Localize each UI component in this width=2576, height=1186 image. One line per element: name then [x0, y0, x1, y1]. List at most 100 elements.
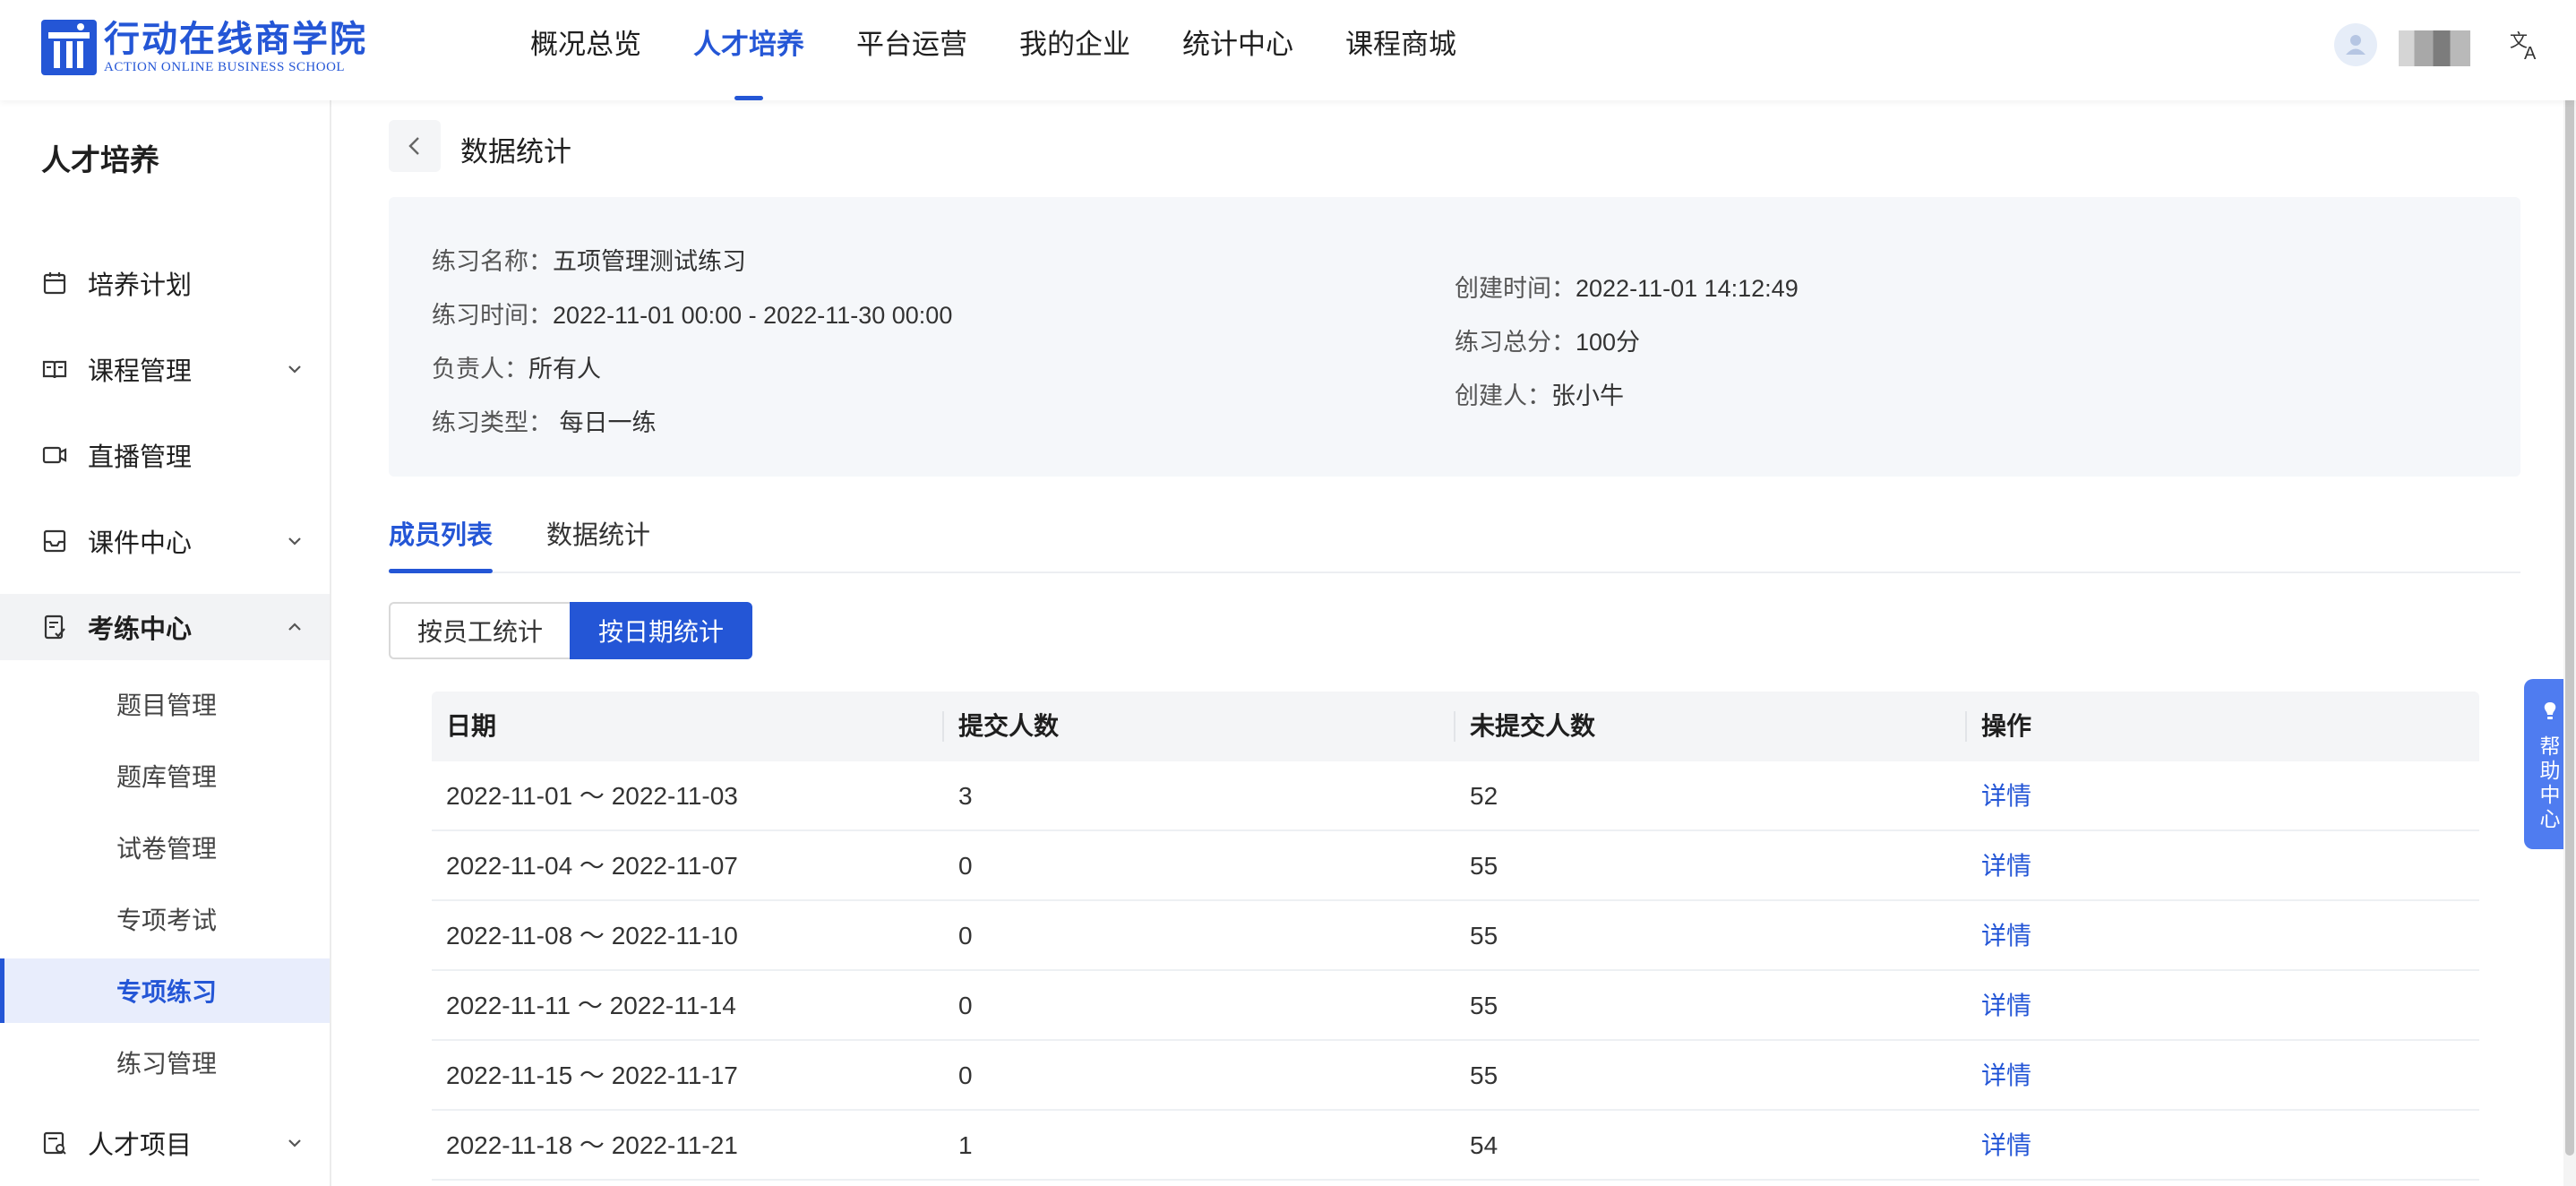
chevron-left-icon [408, 137, 419, 155]
chevron-down-icon [288, 1139, 301, 1147]
sidebar-item-training-plan[interactable]: 培养计划 [0, 250, 330, 316]
details-link[interactable]: 详情 [1981, 901, 2031, 969]
logo-mark-icon [41, 20, 97, 75]
sidebar-subitem-special-practice[interactable]: 专项练习 [0, 958, 330, 1023]
info-value: 2022-11-01 00:00 - 2022-11-30 00:00 [553, 302, 953, 329]
info-label: 练习名称： [432, 248, 553, 275]
sidebar-subitem-label: 题目管理 [116, 692, 218, 719]
main-nav: 概况总览 人才培养 平台运营 我的企业 统计中心 课程商城 [530, 0, 1508, 100]
cell-unsubmitted: 54 [1470, 1131, 1498, 1159]
calendar-icon [43, 272, 66, 295]
table-header: 日期 提交人数 未提交人数 操作 [432, 692, 2479, 761]
column-divider [942, 711, 944, 742]
back-button[interactable] [389, 120, 441, 172]
video-icon [42, 446, 67, 464]
brand-name-en: ACTION ONLINE BUSINESS SCHOOL [104, 60, 346, 74]
sidebar-item-label: 培养计划 [88, 271, 193, 300]
info-creator: 创建人：张小牛 [1455, 376, 1624, 411]
brand-name-cn: 行动在线商学院 [104, 20, 367, 59]
nav-item-enterprise[interactable]: 我的企业 [1019, 0, 1130, 100]
practice-info-panel: 练习名称：五项管理测试练习 练习时间：2022-11-01 00:00 - 20… [389, 197, 2520, 477]
sidebar-item-exam-center[interactable]: 考练中心 [0, 594, 330, 660]
exam-icon [44, 614, 65, 640]
sidebar-item-courseware-center[interactable]: 课件中心 [0, 508, 330, 574]
sidebar-subitem-label: 练习管理 [116, 1050, 218, 1078]
info-practice-time: 练习时间：2022-11-01 00:00 - 2022-11-30 00:00 [432, 296, 952, 331]
sidebar-item-live-management[interactable]: 直播管理 [0, 422, 330, 488]
sidebar-item-label: 课件中心 [88, 529, 193, 558]
info-value: 张小牛 [1551, 382, 1624, 409]
cell-submitted: 3 [958, 782, 973, 810]
details-link[interactable]: 详情 [1981, 971, 2031, 1039]
cell-unsubmitted: 55 [1470, 1061, 1498, 1089]
top-navigation-bar: 行动在线商学院 ACTION ONLINE BUSINESS SCHOOL 概况… [0, 0, 2576, 100]
cell-unsubmitted: 55 [1470, 852, 1498, 880]
sidebar-subitem-special-exam[interactable]: 专项考试 [0, 887, 330, 951]
stats-table: 日期 提交人数 未提交人数 操作 2022-11-01 ～ 2022-11-03… [432, 692, 2479, 1181]
column-header-action: 操作 [1981, 712, 2032, 740]
column-header-unsubmitted: 未提交人数 [1470, 712, 1596, 740]
nav-item-talent[interactable]: 人才培养 [693, 0, 804, 100]
details-link[interactable]: 详情 [1981, 1041, 2031, 1109]
nav-item-statistics[interactable]: 统计中心 [1182, 0, 1293, 100]
username-blurred[interactable] [2399, 30, 2470, 66]
user-avatar[interactable] [2334, 23, 2377, 66]
chevron-down-icon [288, 365, 301, 374]
vertical-scrollbar-thumb[interactable] [2565, 72, 2574, 1156]
table-row: 2022-11-11 ～ 2022-11-14 0 55 详情 [432, 971, 2479, 1041]
cell-date: 2022-11-15 ～ 2022-11-17 [446, 1061, 738, 1089]
inbox-icon [43, 529, 66, 553]
info-created-time: 创建时间：2022-11-01 14:12:49 [1455, 269, 1799, 304]
cell-unsubmitted: 55 [1470, 922, 1498, 950]
details-link[interactable]: 详情 [1981, 831, 2031, 899]
cell-date: 2022-11-04 ～ 2022-11-07 [446, 852, 738, 880]
nav-item-overview[interactable]: 概况总览 [530, 0, 641, 100]
nav-item-operation[interactable]: 平台运营 [856, 0, 967, 100]
cell-submitted: 1 [958, 1131, 973, 1159]
info-practice-type: 练习类型： 每日一练 [432, 403, 657, 438]
sidebar-item-course-management[interactable]: 课程管理 [0, 336, 330, 402]
info-label: 练习时间： [432, 302, 553, 329]
sidebar-item-label: 人才项目 [88, 1131, 193, 1160]
cell-submitted: 0 [958, 852, 973, 880]
sidebar-subitem-question-management[interactable]: 题目管理 [0, 672, 330, 736]
tab-member-list[interactable]: 成员列表 [389, 514, 494, 573]
cell-unsubmitted: 52 [1470, 782, 1498, 810]
info-label: 创建时间： [1455, 275, 1576, 302]
table-row: 2022-11-04 ～ 2022-11-07 0 55 详情 [432, 831, 2479, 901]
info-value: 100分 [1576, 329, 1641, 356]
cell-submitted: 0 [958, 922, 973, 950]
sidebar-item-talent-project[interactable]: 人才项目 [0, 1110, 330, 1176]
info-label: 负责人： [432, 356, 528, 382]
sidebar-subitem-paper-management[interactable]: 试卷管理 [0, 815, 330, 880]
cell-date: 2022-11-01 ～ 2022-11-03 [446, 782, 738, 810]
details-link[interactable]: 详情 [1981, 761, 2031, 829]
sidebar-subitem-question-bank[interactable]: 题库管理 [0, 743, 330, 808]
cell-submitted: 0 [958, 992, 973, 1019]
table-row: 2022-11-01 ～ 2022-11-03 3 52 详情 [432, 761, 2479, 831]
info-label: 练习总分： [1455, 329, 1576, 356]
table-row: 2022-11-15 ～ 2022-11-17 0 55 详情 [432, 1041, 2479, 1111]
sidebar: 人才培养 培养计划 课程管理 直播管理 课件中心 考练中心 题目管理 题库管理 … [0, 100, 331, 1186]
sidebar-item-label: 课程管理 [88, 357, 193, 386]
nav-item-course-mall[interactable]: 课程商城 [1345, 0, 1456, 100]
sidebar-subitem-label: 试卷管理 [116, 835, 218, 863]
chevron-up-icon [288, 623, 301, 631]
table-row: 2022-11-18 ～ 2022-11-21 1 54 详情 [432, 1111, 2479, 1181]
tab-data-statistics[interactable]: 数据统计 [546, 514, 650, 572]
project-icon [43, 1131, 66, 1155]
sidebar-subitem-label: 专项考试 [116, 907, 218, 934]
by-employee-toggle[interactable]: 按员工统计 [389, 602, 570, 659]
help-center-text: 帮助中心 [2539, 735, 2561, 830]
sidebar-subitem-label: 题库管理 [116, 763, 218, 791]
by-date-toggle[interactable]: 按日期统计 [570, 602, 752, 659]
column-header-date: 日期 [446, 712, 497, 740]
sidebar-subitem-label: 专项练习 [116, 978, 218, 1006]
brand-logo[interactable]: 行动在线商学院 ACTION ONLINE BUSINESS SCHOOL [41, 18, 367, 77]
sidebar-subitem-practice-management[interactable]: 练习管理 [0, 1030, 330, 1095]
page-title: 数据统计 [460, 136, 571, 168]
translate-icon[interactable]: 文 A [2508, 27, 2544, 64]
column-divider [1454, 711, 1455, 742]
cell-date: 2022-11-11 ～ 2022-11-14 [446, 992, 736, 1019]
details-link[interactable]: 详情 [1981, 1111, 2031, 1179]
